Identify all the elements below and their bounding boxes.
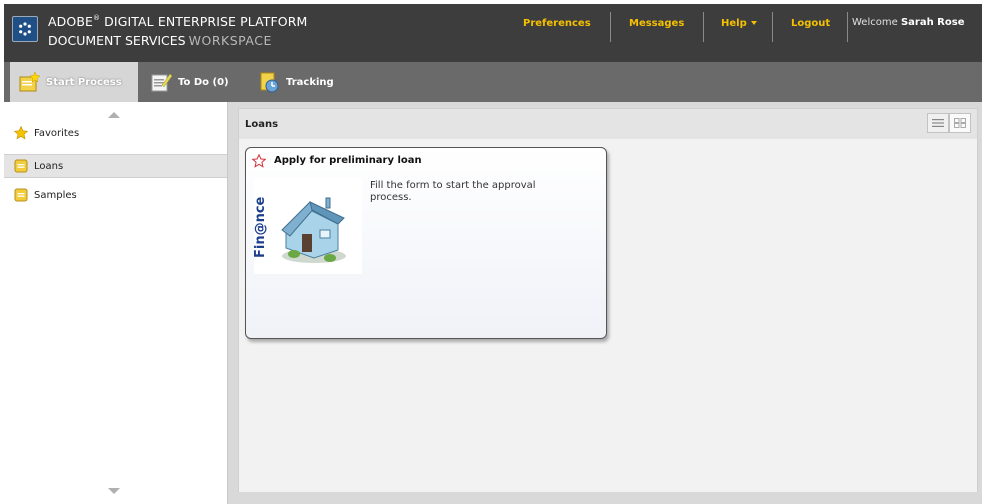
messages-link[interactable]: Messages <box>629 18 684 29</box>
process-card[interactable]: Apply for preliminary loan Fin@nce Fill <box>245 147 607 339</box>
process-panel: Loans Apply for preliminary loan Fin@nce… <box>238 108 978 494</box>
nav-divider <box>610 12 611 42</box>
card-description: Fill the form to start the approval proc… <box>370 180 536 203</box>
tab-bar: Start Process To Do (0) Tracking <box>4 62 982 102</box>
star-icon <box>14 126 28 140</box>
panel-header: Loans <box>239 109 977 139</box>
logout-link[interactable]: Logout <box>791 18 830 29</box>
chevron-down-icon <box>750 21 757 25</box>
user-name: Sarah Rose <box>900 17 965 28</box>
tab-start-process[interactable]: Start Process <box>10 62 138 102</box>
tab-todo[interactable]: To Do (0) <box>150 62 229 102</box>
favorite-star-icon[interactable] <box>252 154 266 168</box>
panel-title: Loans <box>245 119 279 130</box>
sidebar-item-favorites[interactable]: Favorites <box>4 122 227 144</box>
brand-title-line2: DOCUMENT SERVICES WORKSPACE <box>48 33 272 48</box>
view-toggle <box>927 113 971 133</box>
nav-divider <box>847 12 848 42</box>
welcome-message: Welcome Sarah Rose <box>852 17 965 28</box>
list-view-icon <box>932 119 944 127</box>
adobe-logo-icon <box>12 16 38 42</box>
tab-tracking[interactable]: Tracking <box>258 62 334 102</box>
scroll-down-icon[interactable] <box>108 488 120 494</box>
scroll-up-icon[interactable] <box>108 112 120 118</box>
help-menu[interactable]: Help <box>721 18 757 29</box>
tracking-icon <box>260 72 279 93</box>
workspace-label: WORKSPACE <box>188 33 272 48</box>
workspace-window: ADOBE® DIGITAL ENTERPRISE PLATFORM DOCUM… <box>4 4 982 504</box>
finance-house-image: Fin@nce <box>253 178 362 274</box>
nav-divider <box>703 12 704 42</box>
tile-view-icon <box>954 118 966 128</box>
sidebar-item-loans[interactable]: Loans <box>4 154 227 178</box>
tile-view-button[interactable] <box>949 113 971 133</box>
sidebar-item-samples[interactable]: Samples <box>4 184 227 206</box>
panel-footer <box>228 492 982 504</box>
category-sidebar: Favorites Loans Samples <box>4 102 228 504</box>
app-header: ADOBE® DIGITAL ENTERPRISE PLATFORM DOCUM… <box>4 4 982 62</box>
folder-icon <box>14 188 28 202</box>
preferences-link[interactable]: Preferences <box>523 18 591 29</box>
folder-icon <box>14 159 28 173</box>
todo-icon <box>151 73 172 92</box>
card-logo-text: Fin@nce <box>254 196 268 258</box>
start-process-icon <box>19 71 40 92</box>
card-title: Apply for preliminary loan <box>274 155 422 166</box>
list-view-button[interactable] <box>927 113 949 133</box>
brand-title-line1: ADOBE® DIGITAL ENTERPRISE PLATFORM <box>48 14 308 29</box>
nav-divider <box>772 12 773 42</box>
